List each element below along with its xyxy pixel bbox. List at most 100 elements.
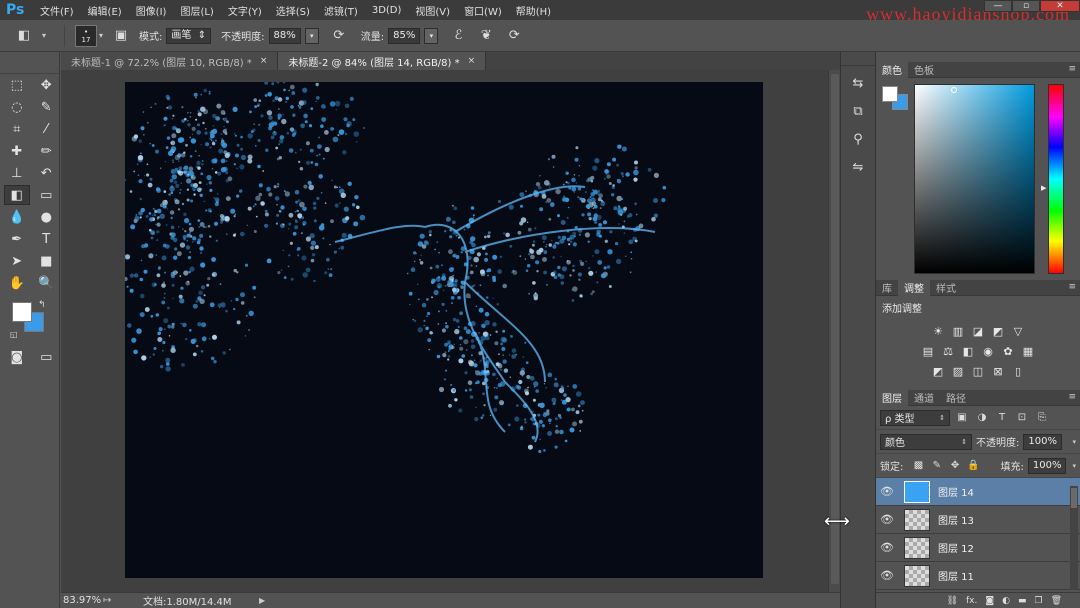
layer-style-icon[interactable]: fx. (966, 596, 977, 606)
menu-edit[interactable]: 编辑(E) (88, 3, 122, 18)
history-brush-icon[interactable]: ↶ (34, 163, 60, 183)
flow-input[interactable]: 85% (388, 27, 421, 44)
hand-icon[interactable]: ✋ (4, 273, 30, 293)
erase-to-history-icon[interactable]: ❦ (476, 26, 496, 46)
close-window-button[interactable]: ✕ (1040, 0, 1080, 12)
minimize-button[interactable]: — (984, 0, 1012, 12)
toolbar-grip[interactable] (0, 52, 59, 74)
layer-row[interactable]: 👁 图层 11 (876, 562, 1080, 590)
tab-layers[interactable]: 图层 (876, 389, 908, 406)
swap-colors-icon[interactable]: ↰ (38, 300, 46, 310)
pen-icon[interactable]: ✒ (4, 229, 30, 249)
brush-presets-icon[interactable]: ⚲ (846, 128, 870, 150)
visibility-eye-icon[interactable]: 👁 (876, 513, 898, 526)
opacity-input[interactable]: 88% (268, 27, 301, 44)
adjust-panel-menu-icon[interactable]: ≡ (1068, 282, 1076, 292)
layer-row[interactable]: 👁 图层 14 (876, 478, 1080, 506)
vibrance-icon[interactable]: ▽ (1010, 323, 1026, 339)
panel-foreground-swatch[interactable] (882, 86, 898, 102)
layers-scrollbar[interactable] (1070, 486, 1078, 590)
hue-slider[interactable] (1048, 84, 1064, 274)
delete-layer-icon[interactable]: 🗑 (1051, 596, 1062, 606)
tab-libraries[interactable]: 库 (876, 280, 898, 296)
eyedropper-icon[interactable]: ⁄ (34, 119, 60, 139)
brush-icon[interactable]: ✏ (34, 141, 60, 161)
dock-grip[interactable] (841, 52, 875, 66)
quick-mask-icon[interactable]: ◙ (4, 347, 30, 367)
menu-select[interactable]: 选择(S) (276, 3, 310, 18)
color-saturation-field[interactable] (914, 84, 1035, 274)
eraser-icon[interactable]: ◧ (4, 185, 30, 205)
opacity-dropdown-icon[interactable]: ▾ (304, 27, 319, 44)
color-panel-menu-icon[interactable]: ≡ (1068, 64, 1076, 74)
curves-icon[interactable]: ◪ (970, 323, 986, 339)
layer-row[interactable]: 👁 图层 12 (876, 534, 1080, 562)
tool-preset-dropdown-icon[interactable]: ▾ (42, 31, 46, 40)
healing-icon[interactable]: ✚ (4, 141, 30, 161)
zoom-icon[interactable]: 🔍 (34, 273, 60, 293)
brush-size-preview[interactable]: • 17 (75, 24, 98, 47)
close-tab-2-icon[interactable]: × (468, 56, 476, 66)
eraser-tool-preset-icon[interactable]: ◧ (14, 26, 34, 46)
visibility-eye-icon[interactable]: 👁 (876, 485, 898, 498)
menu-view[interactable]: 视图(V) (415, 3, 450, 18)
airbrush-icon[interactable]: ℰ (448, 26, 468, 46)
menu-filter[interactable]: 滤镜(T) (324, 3, 358, 18)
lock-pixels-icon[interactable]: ✎ (930, 458, 944, 474)
tab-color[interactable]: 颜色 (876, 61, 908, 78)
tab-swatches[interactable]: 色板 (908, 62, 940, 78)
new-layer-icon[interactable]: ❐ (1034, 596, 1042, 606)
history-panel-icon[interactable]: ⇆ (846, 72, 870, 94)
layers-scroll-thumb[interactable] (1071, 488, 1077, 508)
tab-paths[interactable]: 路径 (940, 390, 972, 406)
lock-transparent-icon[interactable]: ▩ (911, 458, 925, 474)
menu-image[interactable]: 图像(I) (136, 3, 167, 18)
quick-select-icon[interactable]: ✎ (34, 97, 60, 117)
share-icon[interactable]: ↦ (103, 595, 143, 606)
menu-help[interactable]: 帮助(H) (516, 3, 551, 18)
crop-icon[interactable]: ⌗ (4, 119, 30, 139)
foreground-color-swatch[interactable] (12, 302, 32, 322)
posterize-icon[interactable]: ▨ (950, 363, 966, 379)
color-lookup-icon[interactable]: ▦ (1020, 343, 1036, 359)
maximize-button[interactable]: ▫ (1012, 0, 1040, 12)
photo-filter-icon[interactable]: ◉ (980, 343, 996, 359)
selective-color-icon[interactable]: ⊠ (990, 363, 1006, 379)
shape-icon[interactable]: ■ (34, 251, 60, 271)
mode-select[interactable]: 画笔 ⇕ (166, 27, 212, 44)
close-tab-1-icon[interactable]: × (260, 56, 268, 66)
brush-dropdown-icon[interactable]: ▾ (99, 31, 103, 40)
visibility-eye-icon[interactable]: 👁 (876, 541, 898, 554)
type-filter-icon[interactable]: T (994, 410, 1010, 426)
hue-slider-marker-icon[interactable]: ▶ (1041, 184, 1046, 192)
new-group-icon[interactable]: ▬ (1018, 596, 1027, 606)
tab-untitled-2[interactable]: 未标题-2 @ 84% (图层 14, RGB/8) * × (278, 52, 487, 70)
brightness-icon[interactable]: ☀ (930, 323, 946, 339)
tab-adjustments[interactable]: 调整 (898, 279, 930, 296)
fill-input[interactable]: 100% (1027, 457, 1067, 474)
layer-opacity-dropdown-icon[interactable]: ▾ (1066, 438, 1076, 446)
new-adjustment-icon[interactable]: ◐ (1002, 596, 1010, 606)
layers-panel-menu-icon[interactable]: ≡ (1068, 392, 1076, 402)
properties-panel-icon[interactable]: ⧉ (846, 100, 870, 122)
threshold-icon[interactable]: ◫ (970, 363, 986, 379)
dodge-icon[interactable]: ● (34, 207, 60, 227)
size-pressure-icon[interactable]: ⟳ (504, 26, 524, 46)
shape-filter-icon[interactable]: ⊡ (1014, 410, 1030, 426)
levels-icon[interactable]: ▥ (950, 323, 966, 339)
menu-type[interactable]: 文字(Y) (228, 3, 262, 18)
color-field-marker[interactable] (951, 87, 957, 93)
flow-dropdown-icon[interactable]: ▾ (424, 27, 439, 44)
tab-styles[interactable]: 样式 (930, 280, 962, 296)
blend-mode-select[interactable]: 颜色 ⇕ (880, 433, 972, 450)
color-balance-icon[interactable]: ⚖ (940, 343, 956, 359)
canvas-scroll-thumb[interactable] (831, 74, 839, 584)
zoom-level[interactable]: 83.97% (61, 595, 103, 606)
black-white-icon[interactable]: ◧ (960, 343, 976, 359)
smart-object-filter-icon[interactable]: ⎘ (1034, 410, 1050, 426)
tab-channels[interactable]: 通道 (908, 390, 940, 406)
add-mask-icon[interactable]: ◙ (985, 596, 994, 606)
opacity-pressure-icon[interactable]: ⟳ (329, 26, 349, 46)
menu-window[interactable]: 窗口(W) (464, 3, 502, 18)
gradient-map-icon[interactable]: ▯ (1010, 363, 1026, 379)
